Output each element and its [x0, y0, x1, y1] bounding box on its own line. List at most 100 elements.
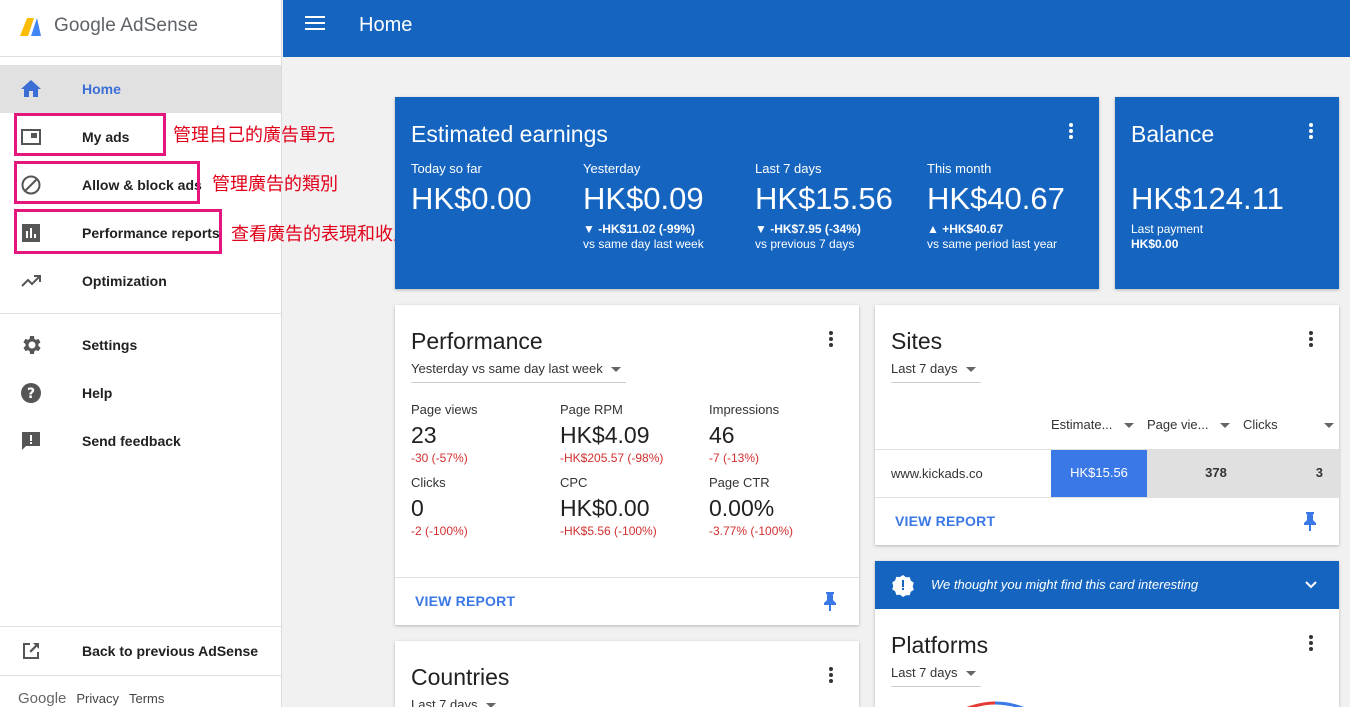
more-options-icon[interactable] — [1301, 633, 1321, 657]
external-link-icon — [23, 643, 39, 659]
pin-icon[interactable] — [823, 591, 837, 611]
period-dropdown-value: Last 7 days — [891, 665, 958, 680]
site-clicks: 3 — [1315, 465, 1323, 480]
suggestion-banner[interactable]: We thought you might find this card inte… — [875, 561, 1339, 609]
metric-value: 0.00% — [709, 495, 775, 521]
last-payment-value: HK$0.00 — [1131, 237, 1179, 251]
chevron-down-icon — [965, 671, 976, 677]
platforms-card: We thought you might find this card inte… — [875, 561, 1339, 707]
metric-label: CPC — [560, 475, 588, 490]
chevron-down-icon — [610, 367, 621, 373]
stat-compare: vs same period last year — [927, 237, 1058, 251]
metric-change: -3.77% (-100%) — [709, 524, 794, 538]
chevron-down-icon — [1124, 423, 1135, 429]
card-title: Platforms — [891, 632, 989, 658]
google-brand: Google — [18, 690, 67, 707]
stat-value: HK$15.56 — [755, 181, 893, 216]
page-title: Home — [359, 14, 413, 36]
alert-icon — [892, 575, 914, 597]
stat-change-amount: ▼ -HK$11.02 (-99%) — [583, 222, 695, 236]
sidebar-item-home[interactable]: Home — [0, 65, 281, 113]
period-dropdown[interactable]: Last 7 days — [891, 665, 981, 687]
more-options-icon[interactable] — [821, 665, 841, 689]
chevron-down-icon[interactable] — [1303, 577, 1319, 593]
metric-label: Page CTR — [709, 475, 770, 490]
sidebar-item-help[interactable]: ? Help — [0, 369, 281, 417]
period-dropdown-value: Last 7 days — [891, 361, 958, 376]
privacy-link[interactable]: Privacy — [76, 691, 119, 706]
metric-change: -HK$5.56 (-100%) — [560, 524, 657, 538]
top-app-bar: Home — [283, 0, 1350, 57]
sidebar-item-label: Help — [82, 385, 113, 401]
metric-label: Impressions — [709, 402, 780, 417]
period-dropdown[interactable]: Last 7 days — [891, 361, 981, 383]
column-header-clicks[interactable]: Clicks — [1243, 417, 1334, 432]
sidebar-item-optimization[interactable]: Optimization — [0, 257, 281, 305]
home-icon — [21, 80, 41, 97]
sidebar-footer: Google Privacy Terms — [18, 690, 164, 707]
sidebar-item-label: Home — [82, 81, 121, 97]
site-earnings: HK$15.56 — [1070, 465, 1128, 480]
period-dropdown[interactable]: Yesterday vs same day last week — [411, 361, 626, 383]
more-options-icon[interactable] — [1301, 121, 1321, 145]
period-dropdown-value: Last 7 days — [411, 697, 478, 707]
performance-card: Performance Yesterday vs same day last w… — [395, 305, 859, 625]
pin-icon[interactable] — [1303, 511, 1317, 531]
sidebar-item-label: Settings — [82, 337, 138, 353]
sidebar: Google AdSense Home My ads Allow & block… — [0, 0, 282, 707]
highlight-box-allow-block — [14, 161, 200, 204]
more-options-icon[interactable] — [1061, 121, 1081, 145]
metric-value: 46 — [709, 422, 735, 448]
annotation-my-ads: 管理自己的廣告單元 — [173, 125, 335, 146]
column-header-earnings[interactable]: Estimate... — [1051, 417, 1135, 432]
card-title: Estimated earnings — [411, 121, 608, 147]
table-row[interactable]: www.kickads.co HK$15.56 378 3 — [875, 450, 1339, 497]
metric-change: -2 (-100%) — [411, 524, 468, 538]
sidebar-item-back-to-previous[interactable]: Back to previous AdSense — [0, 627, 281, 675]
help-icon: ? — [21, 383, 41, 403]
stat-value: HK$0.00 — [411, 181, 532, 216]
sidebar-item-send-feedback[interactable]: Send feedback — [0, 417, 281, 465]
card-divider — [875, 497, 1339, 498]
adsense-logo-icon — [20, 18, 41, 36]
more-options-icon[interactable] — [821, 329, 841, 353]
countries-card: Countries Last 7 days — [395, 641, 859, 707]
highlight-box-my-ads — [14, 113, 166, 156]
terms-link[interactable]: Terms — [129, 691, 164, 706]
metric-change: -30 (-57%) — [411, 451, 468, 465]
view-report-button[interactable]: VIEW REPORT — [895, 513, 995, 529]
metric-change: -7 (-13%) — [709, 451, 760, 465]
sidebar-item-label: Send feedback — [82, 433, 181, 449]
sidebar-divider — [0, 56, 281, 57]
feedback-icon — [22, 432, 40, 450]
balance-value: HK$124.11 — [1131, 181, 1284, 216]
metric-value: 23 — [411, 422, 437, 448]
view-report-button[interactable]: VIEW REPORT — [415, 593, 515, 609]
chevron-down-icon — [485, 703, 496, 707]
highlight-box-performance — [14, 209, 222, 254]
card-title: Sites — [891, 328, 943, 354]
stat-compare: vs same day last week — [583, 237, 704, 251]
card-divider — [395, 577, 859, 578]
sidebar-item-settings[interactable]: Settings — [0, 321, 281, 369]
menu-icon[interactable] — [305, 16, 325, 36]
chevron-down-icon — [1220, 423, 1231, 429]
suggestion-text: We thought you might find this card inte… — [931, 577, 1199, 592]
metric-label: Page RPM — [560, 402, 623, 417]
adsense-logo[interactable]: Google AdSense — [18, 12, 198, 40]
last-payment: Last payment HK$0.00 — [1131, 222, 1203, 252]
sidebar-item-label: Back to previous AdSense — [82, 643, 259, 659]
stat-change: ▼ -HK$11.02 (-99%) vs same day last week — [583, 222, 704, 252]
app-name: Google AdSense — [54, 15, 199, 36]
stat-label: Today so far — [411, 161, 482, 176]
stat-label: Last 7 days — [755, 161, 822, 176]
metric-value: HK$0.00 — [560, 495, 650, 521]
last-payment-label: Last payment — [1131, 222, 1204, 236]
more-options-icon[interactable] — [1301, 329, 1321, 353]
stat-change-amount: ▼ -HK$7.95 (-34%) — [755, 222, 861, 236]
stat-change: ▼ -HK$7.95 (-34%) vs previous 7 days — [755, 222, 861, 252]
column-header-page-views[interactable]: Page vie... — [1147, 417, 1231, 432]
metric-value: HK$4.09 — [560, 422, 650, 448]
stat-label: This month — [927, 161, 992, 176]
period-dropdown[interactable]: Last 7 days — [411, 697, 501, 707]
